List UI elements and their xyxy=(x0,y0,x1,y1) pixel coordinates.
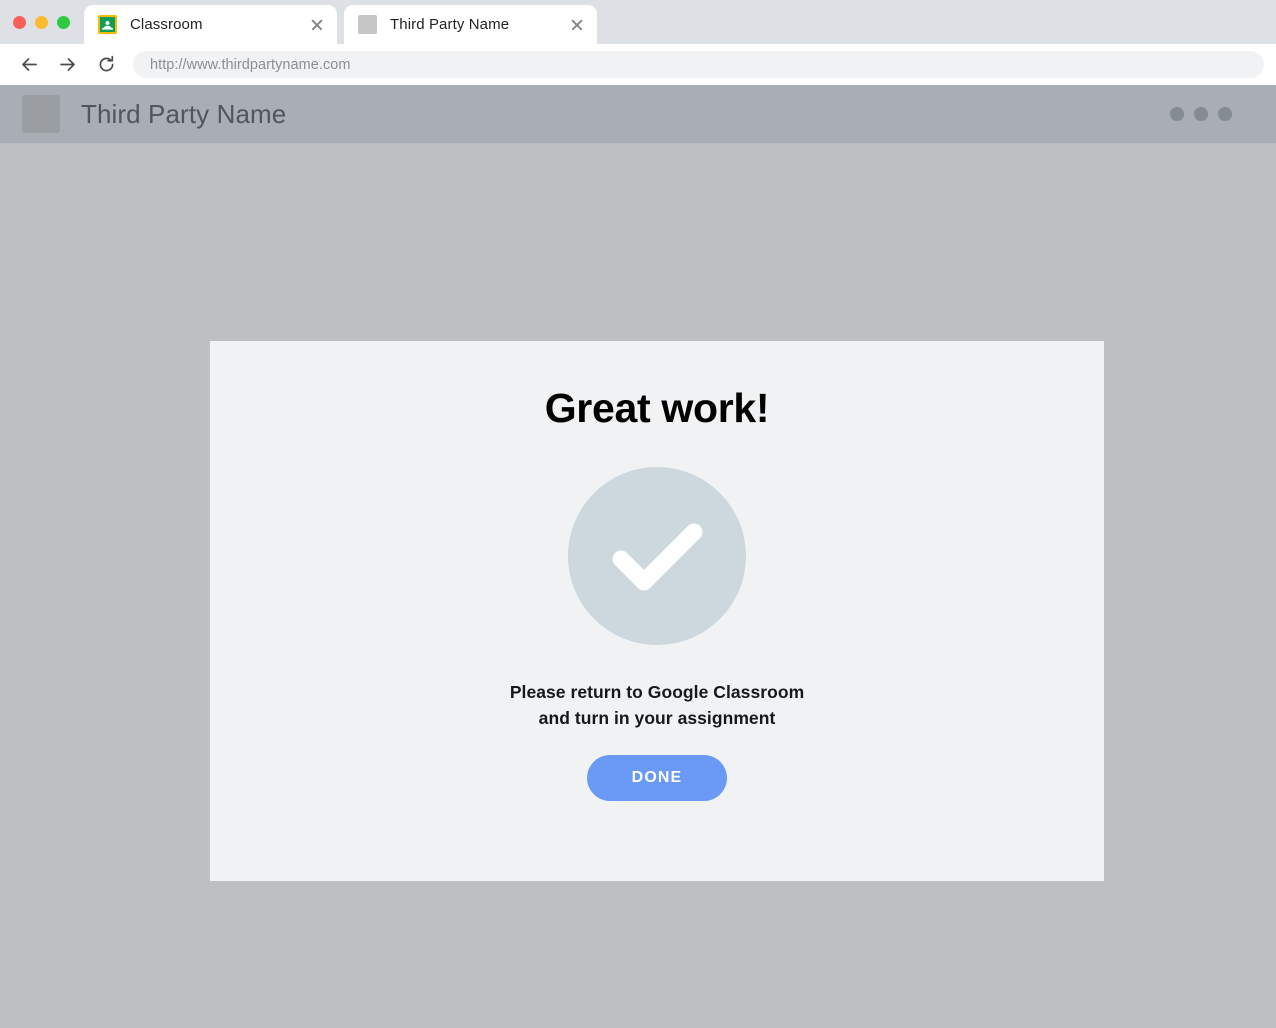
app-logo-placeholder-icon xyxy=(22,95,60,133)
checkmark-glyph xyxy=(612,523,703,591)
page-stage: Great work! Please return to Google Clas… xyxy=(0,143,1276,1028)
tab-list: Classroom Third Party Name xyxy=(84,0,604,44)
tab-close-button[interactable] xyxy=(568,16,586,34)
app-title: Third Party Name xyxy=(81,98,287,129)
menu-dot xyxy=(1170,107,1184,121)
window-minimize-button[interactable] xyxy=(35,15,48,29)
tab-strip: Classroom Third Party Name xyxy=(0,0,1276,44)
arrow-right-icon xyxy=(59,58,75,71)
tab-classroom[interactable]: Classroom xyxy=(84,5,337,44)
url-text: http://www.thirdpartyname.com xyxy=(150,56,351,73)
browser-toolbar: http://www.thirdpartyname.com xyxy=(0,44,1276,85)
address-bar[interactable]: http://www.thirdpartyname.com xyxy=(133,51,1264,78)
instruction-line-2: and turn in your assignment xyxy=(538,708,776,728)
menu-dot xyxy=(1218,107,1232,121)
instruction-message: Please return to Google Classroom and tu… xyxy=(510,679,804,731)
tab-title: Third Party Name xyxy=(390,16,510,33)
reload-button[interactable] xyxy=(91,50,121,80)
tab-close-button[interactable] xyxy=(308,16,326,34)
back-button[interactable] xyxy=(14,50,44,80)
done-button[interactable]: DONE xyxy=(587,755,727,801)
completion-card: Great work! Please return to Google Clas… xyxy=(210,341,1104,881)
page-title: Great work! xyxy=(544,385,770,431)
placeholder-square-icon xyxy=(358,15,377,34)
browser-window: Classroom Third Party Name http://www.th… xyxy=(0,0,1276,1028)
window-maximize-button[interactable] xyxy=(57,15,70,29)
google-classroom-icon xyxy=(98,15,117,34)
instruction-line-1: Please return to Google Classroom xyxy=(509,682,805,702)
reload-icon xyxy=(99,55,113,72)
menu-dot xyxy=(1194,107,1208,121)
tab-third-party-name[interactable]: Third Party Name xyxy=(344,5,597,44)
window-close-button[interactable] xyxy=(13,15,26,29)
app-header: Third Party Name xyxy=(0,85,1276,143)
forward-button[interactable] xyxy=(52,50,82,80)
page-viewport: Third Party Name Great work! Please retu… xyxy=(0,85,1276,1028)
tab-title: Classroom xyxy=(130,16,203,33)
three-dots-icon[interactable] xyxy=(1170,107,1232,121)
check-circle-icon xyxy=(568,467,746,645)
arrow-left-icon xyxy=(21,58,37,71)
window-traffic-lights xyxy=(0,0,84,44)
